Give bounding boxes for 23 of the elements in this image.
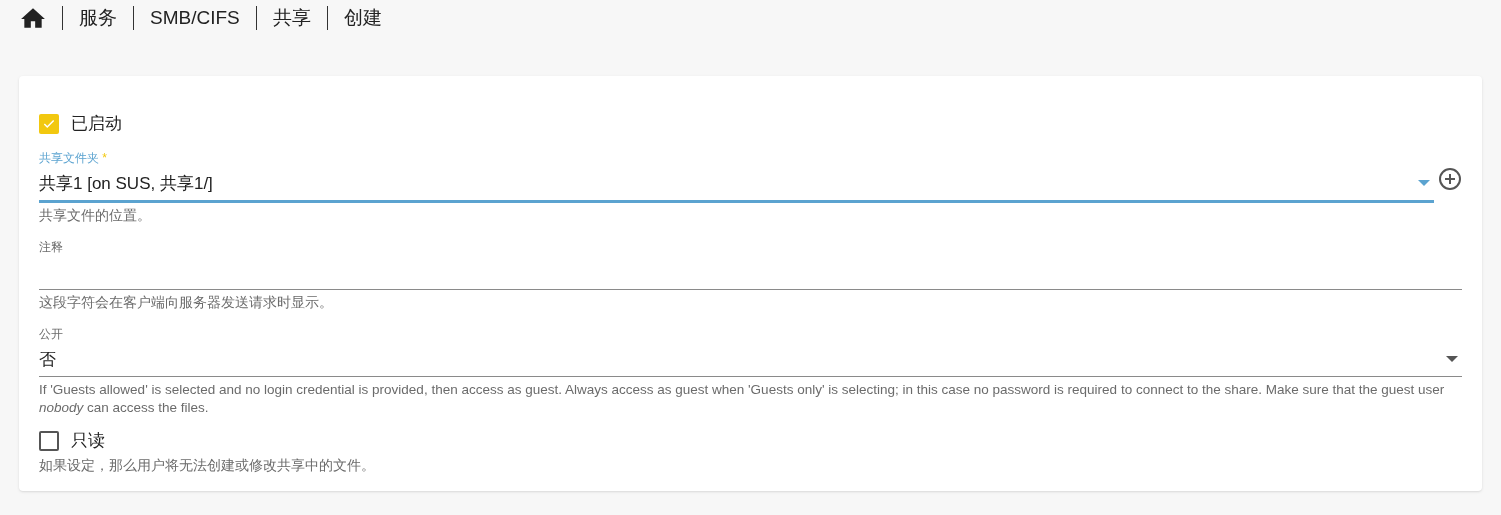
input-field[interactable]: 注释 bbox=[39, 239, 1462, 290]
breadcrumb-link[interactable]: SMB/CIFS bbox=[150, 3, 240, 33]
checkbox[interactable] bbox=[39, 114, 59, 134]
select-field[interactable]: 共享文件夹 * 共享1 [on SUS, 共享1/] bbox=[39, 150, 1434, 203]
check-icon bbox=[42, 117, 56, 131]
field-label: 公开 bbox=[39, 326, 64, 342]
dropdown-arrow-icon bbox=[1418, 180, 1430, 188]
help-text: 如果设定，那么用户将无法创建或修改共享中的文件。 bbox=[39, 457, 376, 475]
field-label: 注释 bbox=[39, 239, 64, 255]
help-text: 共享文件的位置。 bbox=[39, 207, 152, 225]
help-text: If 'Guests allowed' is selected and no login credential is provided, then access as guest. Always access as guest when 'Guests only' is selecting; in this case no password is required to connect to the share. Make sure that the guest user nobody can access the files. bbox=[39, 381, 1446, 417]
field-label: 共享文件夹 * bbox=[39, 150, 108, 166]
select-field[interactable]: 公开 否 bbox=[39, 326, 1462, 377]
checkbox-label: 已启动 bbox=[71, 113, 122, 136]
add-icon[interactable] bbox=[1438, 167, 1462, 191]
breadcrumb-link[interactable]: 服务 bbox=[79, 3, 117, 33]
checkbox[interactable] bbox=[39, 431, 59, 451]
breadcrumb-link[interactable]: 共享 bbox=[272, 3, 311, 33]
home-icon[interactable] bbox=[20, 7, 46, 29]
help-text: 这段字符会在客户端向服务器发送请求时显示。 bbox=[39, 294, 334, 312]
checkbox-label: 只读 bbox=[71, 430, 105, 453]
breadcrumb-link[interactable]: 创建 bbox=[343, 3, 382, 33]
dropdown-arrow-icon bbox=[1446, 356, 1458, 364]
